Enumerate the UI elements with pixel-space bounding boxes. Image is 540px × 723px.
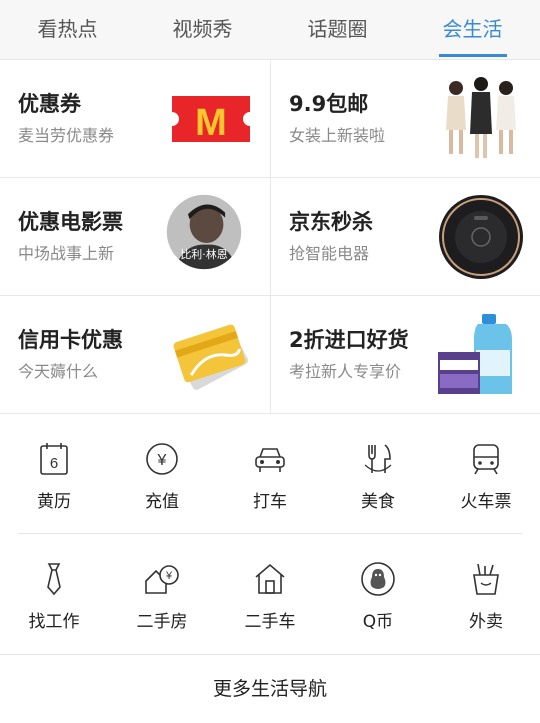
mcdonalds-coupon-icon: M	[172, 96, 250, 144]
promo-coupon[interactable]: 优惠券 麦当劳优惠券 M	[0, 60, 270, 178]
promo-imported-goods[interactable]: 2折进口好货 考拉新人专享价	[270, 296, 540, 414]
service-takeout[interactable]: 外卖	[432, 535, 540, 653]
service-second-hand-house[interactable]: ¥ 二手房	[108, 535, 216, 653]
top-tab-bar: 看热点 视频秀 话题圈 会生活	[0, 0, 540, 60]
service-second-hand-car[interactable]: 二手车	[216, 535, 324, 653]
service-jobs[interactable]: 找工作	[0, 535, 108, 653]
service-food[interactable]: 美食	[324, 415, 432, 533]
yen-symbol-text: ¥	[157, 452, 167, 469]
fork-knife-icon	[364, 444, 392, 473]
service-calendar[interactable]: 6 黄历	[0, 415, 108, 533]
home-icon	[255, 563, 285, 594]
service-label: Q币	[362, 612, 394, 632]
tab-life[interactable]: 会生活	[405, 0, 540, 59]
train-icon	[473, 444, 499, 475]
service-label: 火车票	[460, 492, 512, 512]
fashion-models-image	[446, 77, 516, 158]
tab-hot[interactable]: 看热点	[0, 0, 135, 59]
yen-symbol-text: ¥	[165, 570, 173, 582]
movie-poster-image: 比利·林恩	[166, 194, 242, 270]
promo-subtitle: 考拉新人专享价	[289, 362, 402, 381]
service-label: 外卖	[469, 612, 503, 632]
service-row-1: 6 黄历 ¥ 充值 打车 美食 火车票	[0, 415, 540, 534]
service-taxi[interactable]: 打车	[216, 415, 324, 533]
service-label: 打车	[253, 492, 287, 512]
promo-title: 2折进口好货	[289, 328, 409, 352]
tab-topic[interactable]: 话题圈	[270, 0, 405, 59]
promo-subtitle: 中场战事上新	[18, 244, 115, 263]
service-recharge[interactable]: ¥ 充值	[108, 415, 216, 533]
promo-grid: 优惠券 麦当劳优惠券 M 9.9包邮 女装上新装啦 优惠电影票 中场战事上新 比…	[0, 60, 540, 415]
service-label: 黄历	[37, 492, 71, 512]
service-label: 找工作	[28, 612, 80, 632]
yen-coin-icon: ¥	[146, 443, 178, 475]
movie-poster-text: 比利·林恩	[180, 247, 227, 261]
promo-title: 京东秒杀	[289, 210, 373, 234]
service-q-coin[interactable]: Q币	[324, 535, 432, 653]
promo-subtitle: 今天薅什么	[18, 362, 99, 381]
qq-penguin-icon	[361, 562, 395, 596]
promo-jd-flash-sale[interactable]: 京东秒杀 抢智能电器	[270, 178, 540, 296]
calendar-day-text: 6	[50, 455, 58, 472]
row-divider	[18, 533, 522, 534]
taxi-icon	[255, 448, 285, 472]
service-label: 美食	[361, 492, 395, 512]
promo-title: 信用卡优惠	[18, 328, 123, 352]
mcdonalds-logo-text: M	[195, 102, 227, 144]
promo-subtitle: 女装上新装啦	[289, 126, 386, 145]
service-row-2: 找工作 ¥ 二手房 二手车 Q币 外卖	[0, 535, 540, 653]
promo-title: 9.9包邮	[289, 92, 369, 116]
more-life-nav-button[interactable]: 更多生活导航	[0, 654, 540, 723]
tab-video[interactable]: 视频秀	[135, 0, 270, 59]
promo-movie-ticket[interactable]: 优惠电影票 中场战事上新 比利·林恩	[0, 178, 270, 296]
calendar-icon: 6	[40, 443, 68, 475]
promo-subtitle: 麦当劳优惠券	[18, 126, 115, 145]
promo-free-shipping[interactable]: 9.9包邮 女装上新装啦	[270, 60, 540, 178]
imported-goods-image	[438, 314, 512, 394]
house-yen-icon: ¥	[145, 565, 179, 594]
takeout-icon	[473, 563, 499, 595]
service-label: 充值	[145, 492, 179, 512]
service-label: 二手车	[244, 612, 296, 632]
promo-credit-card[interactable]: 信用卡优惠 今天薅什么	[0, 296, 270, 414]
promo-title: 优惠电影票	[18, 210, 123, 234]
promo-title: 优惠券	[18, 92, 81, 116]
service-train[interactable]: 火车票	[432, 415, 540, 533]
tie-icon	[47, 563, 61, 596]
robot-vacuum-image	[439, 195, 523, 279]
credit-card-image	[173, 324, 249, 390]
service-label: 二手房	[136, 612, 188, 632]
promo-subtitle: 抢智能电器	[289, 244, 370, 263]
